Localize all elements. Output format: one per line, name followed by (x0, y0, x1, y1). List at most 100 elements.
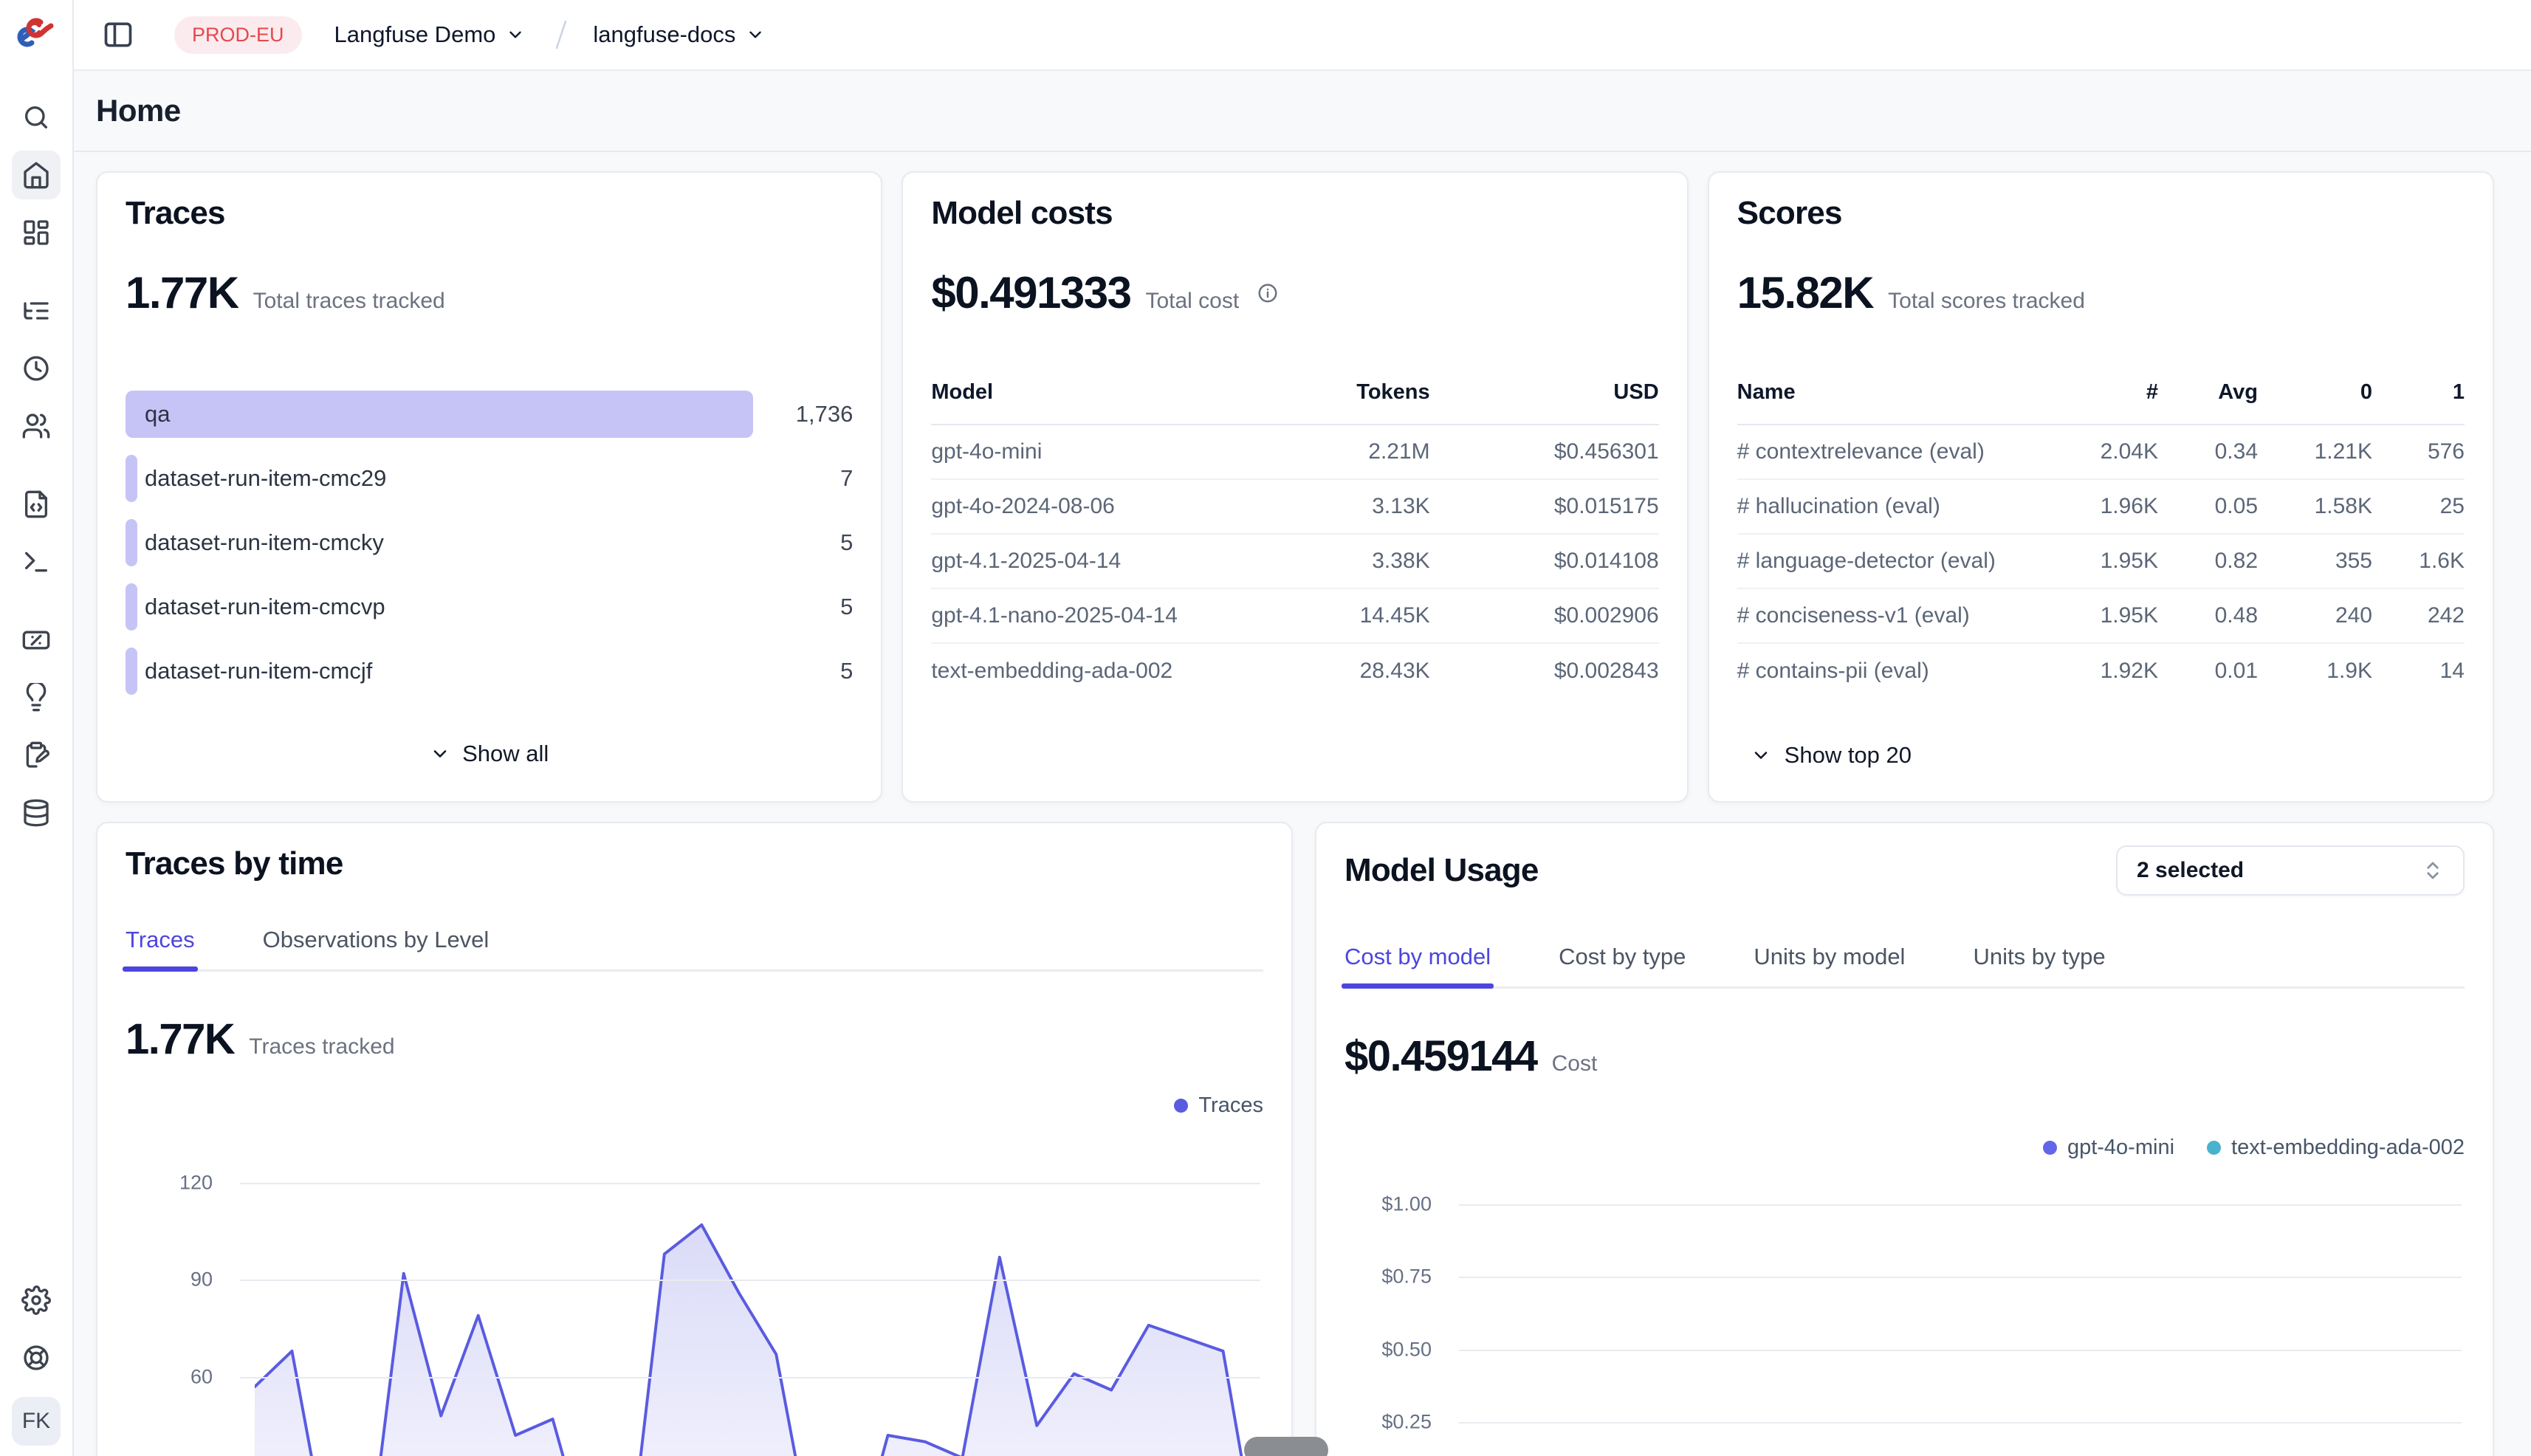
traces-total-label: Total traces tracked (253, 289, 445, 314)
legend-dot (2207, 1141, 2221, 1155)
clipboard-pen-icon (21, 741, 51, 770)
tab-units-by-model[interactable]: Units by model (1754, 944, 1905, 986)
percent-square-icon (21, 625, 51, 655)
score-count: 1.96K (2047, 494, 2158, 519)
settings-icon (21, 1285, 51, 1315)
score-zero: 355 (2258, 549, 2372, 574)
trace-name: dataset-run-item-cmcvp (145, 594, 385, 620)
score-zero: 240 (2258, 603, 2372, 628)
table-header: Name # Avg 0 1 (1737, 380, 2465, 425)
score-one: 1.6K (2372, 549, 2465, 574)
page-header: Home (74, 71, 2531, 152)
model-costs-card: Model costs $0.491333 Total cost Model T… (902, 171, 1688, 803)
scores-total-label: Total scores tracked (1888, 289, 2085, 314)
sidebar-item-support[interactable] (12, 1333, 61, 1382)
trace-bar (126, 583, 137, 631)
sidebar-item-tracing[interactable] (12, 286, 61, 335)
legend-dot (2043, 1141, 2057, 1155)
score-zero: 1.58K (2258, 494, 2372, 519)
model-tokens: 28.43K (1194, 659, 1430, 684)
chevrons-up-down-icon (2422, 859, 2444, 882)
panel-left-icon (102, 18, 134, 51)
model-select-value: 2 selected (2137, 858, 2244, 883)
sidebar-item-annotations[interactable] (12, 731, 61, 780)
trace-bar-row[interactable]: qa 1,736 (126, 382, 853, 446)
y-axis-tick-label: 60 (126, 1366, 213, 1389)
y-axis-tick-label: $0.25 (1345, 1410, 1432, 1433)
score-count: 2.04K (2047, 439, 2158, 464)
y-axis-tick-label: $0.75 (1345, 1266, 1432, 1288)
chart-gridline (240, 1377, 1260, 1378)
trace-name: dataset-run-item-cmc29 (145, 465, 386, 492)
scores-total: 15.82K (1737, 267, 1873, 318)
project-selector[interactable]: langfuse-docs (593, 21, 765, 48)
model-costs-table: gpt-4o-mini 2.21M $0.456301 gpt-4o-2024-… (931, 425, 1658, 698)
score-one: 576 (2372, 439, 2465, 464)
tab-cost-by-model[interactable]: Cost by model (1345, 944, 1491, 986)
horizontal-scrollbar-thumb[interactable] (1244, 1437, 1328, 1456)
table-row: gpt-4.1-2025-04-14 3.38K $0.014108 (931, 535, 1658, 589)
score-one: 14 (2372, 659, 2465, 684)
clock-icon (21, 354, 51, 383)
sidebar-item-prompts[interactable] (12, 480, 61, 529)
sidebar-item-insights[interactable] (12, 673, 61, 722)
table-row: # contextrelevance (eval) 2.04K 0.34 1.2… (1737, 425, 2465, 480)
org-selector[interactable]: Langfuse Demo (334, 21, 526, 48)
traces-by-time-tabs: Traces Observations by Level (126, 927, 1263, 972)
tab-traces[interactable]: Traces (126, 927, 195, 969)
trace-bar-row[interactable]: dataset-run-item-cmcjf 5 (126, 639, 853, 703)
chart-gridline (1459, 1422, 2462, 1424)
model-tokens: 2.21M (1194, 439, 1430, 464)
tab-units-by-type[interactable]: Units by type (1973, 944, 2105, 986)
sidebar-item-sessions[interactable] (12, 344, 61, 393)
trace-count: 5 (753, 594, 853, 620)
sidebar-item-home[interactable] (12, 151, 61, 199)
trace-bar-row[interactable]: dataset-run-item-cmcky 5 (126, 510, 853, 574)
traces-tracked-value: 1.77K (126, 1014, 234, 1064)
sidebar-toggle-button[interactable] (102, 18, 134, 51)
score-count: 1.92K (2047, 659, 2158, 684)
trace-bar (126, 391, 753, 438)
chevron-down-icon (1751, 745, 1771, 766)
trace-bar-row[interactable]: dataset-run-item-cmc29 7 (126, 446, 853, 510)
score-name: # language-detector (eval) (1737, 549, 2047, 574)
show-top-20-button[interactable]: Show top 20 (1751, 742, 1912, 769)
model-usd: $0.015175 (1430, 494, 1659, 519)
score-zero: 1.9K (2258, 659, 2372, 684)
sidebar-item-search[interactable] (12, 93, 61, 142)
breadcrumb-separator (550, 18, 572, 52)
model-select[interactable]: 2 selected (2116, 845, 2465, 896)
traces-tracked-label: Traces tracked (249, 1034, 394, 1060)
model-usage-line-chart: $1.00$0.75$0.50$0.25 (1345, 1175, 2465, 1456)
table-row: # language-detector (eval) 1.95K 0.82 35… (1737, 535, 2465, 589)
list-tree-icon (21, 296, 51, 326)
sidebar-item-settings[interactable] (12, 1276, 61, 1325)
trace-bar-row[interactable]: dataset-run-item-cmcvp 5 (126, 574, 853, 639)
sidebar-item-users[interactable] (12, 402, 61, 450)
table-row: gpt-4o-mini 2.21M $0.456301 (931, 425, 1658, 480)
scores-card: Scores 15.82K Total scores tracked Name … (1708, 171, 2494, 803)
info-icon[interactable] (1257, 282, 1279, 304)
sidebar-item-dashboards[interactable] (12, 208, 61, 257)
tab-cost-by-type[interactable]: Cost by type (1559, 944, 1686, 986)
traces-card: Traces 1.77K Total traces tracked qa 1,7… (96, 171, 882, 803)
chart-gridline (1459, 1277, 2462, 1278)
score-one: 25 (2372, 494, 2465, 519)
y-axis-tick-label: 120 (126, 1171, 213, 1194)
sidebar-item-playground[interactable] (12, 538, 61, 586)
life-buoy-icon (21, 1343, 51, 1373)
score-zero: 1.21K (2258, 439, 2372, 464)
terminal-icon (21, 547, 51, 577)
model-tokens: 14.45K (1194, 603, 1430, 628)
score-name: # hallucination (eval) (1737, 494, 2047, 519)
trace-bar (126, 648, 137, 695)
table-row: # contains-pii (eval) 1.92K 0.01 1.9K 14 (1737, 644, 2465, 698)
total-cost: $0.491333 (931, 267, 1130, 318)
trace-count: 5 (753, 529, 853, 556)
sidebar-item-datasets[interactable] (12, 789, 61, 837)
total-cost-label: Total cost (1145, 289, 1239, 314)
sidebar-item-evaluators[interactable] (12, 616, 61, 665)
tab-observations-by-level[interactable]: Observations by Level (263, 927, 490, 969)
user-avatar[interactable]: FK (12, 1397, 61, 1446)
show-all-button[interactable]: Show all (97, 741, 881, 767)
